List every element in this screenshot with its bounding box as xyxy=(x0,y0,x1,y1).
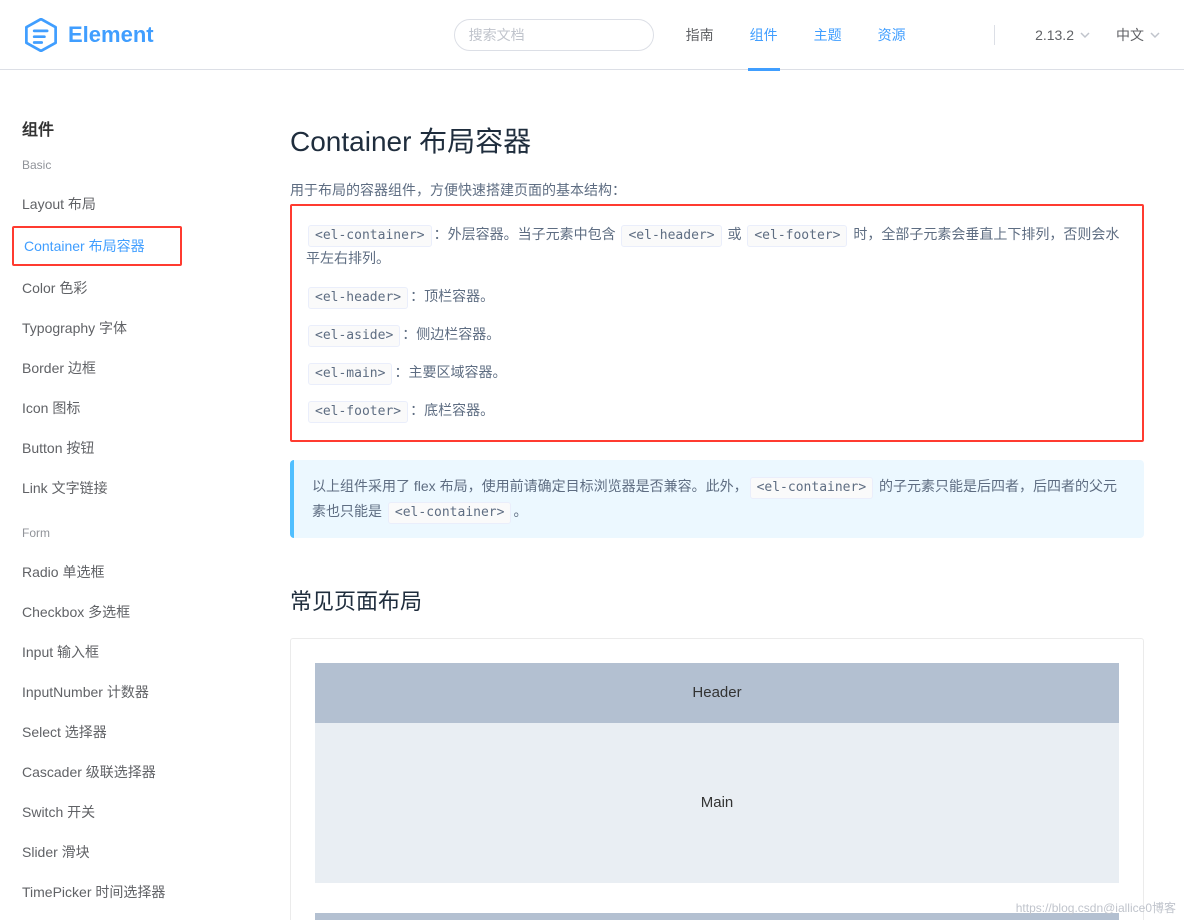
tip-box: 以上组件采用了 flex 布局，使用前请确定目标浏览器是否兼容。此外，<el-c… xyxy=(290,460,1144,538)
sidebar-item-switch[interactable]: Switch 开关 xyxy=(22,792,260,832)
sidebar-group-form: Form xyxy=(22,526,260,540)
sidebar-item-input[interactable]: Input 输入框 xyxy=(22,632,260,672)
section-title: 常见页面布局 xyxy=(290,584,1144,616)
brand-logo[interactable]: Element xyxy=(24,18,154,52)
nav-guide[interactable]: 指南 xyxy=(684,0,716,70)
def-el-main: <el-main>：主要区域容器。 xyxy=(306,354,1128,392)
def-el-aside: <el-aside>：侧边栏容器。 xyxy=(306,316,1128,354)
tag-el-container: <el-container> xyxy=(308,225,432,247)
tag-el-header: <el-header> xyxy=(308,287,408,309)
demo-header-1: Header xyxy=(315,663,1119,723)
sidebar-item-timepicker[interactable]: TimePicker 时间选择器 xyxy=(22,872,260,912)
def-el-container: <el-container>：外层容器。当子元素中包含 <el-header> … xyxy=(306,216,1128,278)
page-intro: 用于布局的容器组件，方便快速搭建页面的基本结构： xyxy=(290,180,1144,200)
demo-gap xyxy=(315,883,1119,913)
definitions-highlight-box: <el-container>：外层容器。当子元素中包含 <el-header> … xyxy=(290,204,1144,442)
sidebar-group-basic: Basic xyxy=(22,158,260,172)
sidebar-item-link[interactable]: Link 文字链接 xyxy=(22,468,260,508)
tag-el-container: <el-container> xyxy=(750,477,874,499)
chevron-down-icon xyxy=(1080,30,1090,40)
topbar-right: 2.13.2 中文 xyxy=(980,25,1160,45)
nav-divider xyxy=(994,25,995,45)
tag-el-main: <el-main> xyxy=(308,363,392,385)
tag-el-header: <el-header> xyxy=(621,225,721,247)
sidebar-item-border[interactable]: Border 边框 xyxy=(22,348,260,388)
def-el-footer: <el-footer>：底栏容器。 xyxy=(306,392,1128,430)
sidebar-item-cascader[interactable]: Cascader 级联选择器 xyxy=(22,752,260,792)
tag-el-aside: <el-aside> xyxy=(308,325,400,347)
topbar: Element 搜索文档 指南 组件 主题 资源 2.13.2 中文 xyxy=(0,0,1184,70)
chevron-down-icon xyxy=(1150,30,1160,40)
language-label: 中文 xyxy=(1116,25,1144,45)
page-body: 组件 Basic Layout 布局 Container 布局容器 Color … xyxy=(0,70,1184,920)
language-select[interactable]: 中文 xyxy=(1116,25,1160,45)
page-title: Container 布局容器 xyxy=(290,120,1144,160)
search-placeholder: 搜索文档 xyxy=(469,25,525,45)
sidebar-item-checkbox[interactable]: Checkbox 多选框 xyxy=(22,592,260,632)
sidebar-item-typography[interactable]: Typography 字体 xyxy=(22,308,260,348)
sidebar-title: 组件 xyxy=(22,116,260,140)
sidebar: 组件 Basic Layout 布局 Container 布局容器 Color … xyxy=(0,70,260,920)
sidebar-item-select[interactable]: Select 选择器 xyxy=(22,712,260,752)
version-select[interactable]: 2.13.2 xyxy=(1035,27,1090,43)
sidebar-item-slider[interactable]: Slider 滑块 xyxy=(22,832,260,872)
nav-theme[interactable]: 主题 xyxy=(812,0,844,70)
tag-el-container: <el-container> xyxy=(388,502,512,524)
sidebar-item-color[interactable]: Color 色彩 xyxy=(22,268,260,308)
main-content: Container 布局容器 用于布局的容器组件，方便快速搭建页面的基本结构： … xyxy=(260,70,1184,920)
version-label: 2.13.2 xyxy=(1035,27,1074,43)
nav-component[interactable]: 组件 xyxy=(748,0,780,70)
sidebar-item-inputnumber[interactable]: InputNumber 计数器 xyxy=(22,672,260,712)
demo-header-2: Header xyxy=(315,913,1119,920)
nav-resource[interactable]: 资源 xyxy=(876,0,908,70)
def-el-header: <el-header>：顶栏容器。 xyxy=(306,278,1128,316)
tag-el-footer: <el-footer> xyxy=(308,401,408,423)
demo-wrap: Header Main Header xyxy=(290,638,1144,920)
sidebar-item-radio[interactable]: Radio 单选框 xyxy=(22,552,260,592)
sidebar-item-container[interactable]: Container 布局容器 xyxy=(12,226,182,266)
demo-main-1: Main xyxy=(315,723,1119,883)
brand-name: Element xyxy=(68,22,154,48)
element-logo-icon xyxy=(24,18,58,52)
search-input[interactable]: 搜索文档 xyxy=(454,19,654,51)
sidebar-item-datepicker[interactable]: DatePicker 日期选择器 xyxy=(22,912,260,920)
top-nav: 指南 组件 主题 资源 xyxy=(684,0,908,70)
tag-el-footer: <el-footer> xyxy=(747,225,847,247)
sidebar-item-button[interactable]: Button 按钮 xyxy=(22,428,260,468)
sidebar-item-layout[interactable]: Layout 布局 xyxy=(22,184,260,224)
sidebar-item-icon[interactable]: Icon 图标 xyxy=(22,388,260,428)
